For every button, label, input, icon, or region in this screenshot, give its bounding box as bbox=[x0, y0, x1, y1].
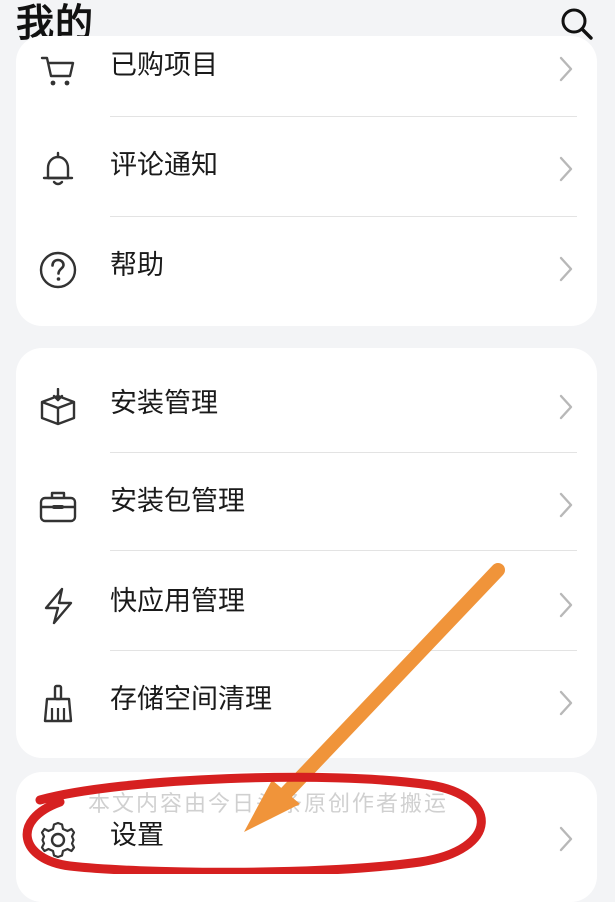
menu-item-comment-notifications[interactable]: 评论通知 bbox=[16, 120, 597, 216]
chevron-right-icon bbox=[559, 690, 573, 716]
help-icon bbox=[39, 251, 77, 289]
divider bbox=[110, 216, 577, 217]
menu-card-general: 已购项目 评论通知 帮助 bbox=[16, 36, 597, 326]
menu-card-settings: 设置 bbox=[16, 772, 597, 902]
menu-item-label: 评论通知 bbox=[110, 150, 218, 181]
broom-icon bbox=[43, 684, 73, 723]
gear-icon bbox=[40, 821, 76, 859]
menu-item-label: 已购项目 bbox=[110, 50, 218, 81]
menu-item-label: 帮助 bbox=[110, 250, 164, 281]
menu-item-label: 存储空间清理 bbox=[110, 684, 272, 715]
menu-item-label: 快应用管理 bbox=[110, 586, 245, 617]
menu-item-install-management[interactable]: 安装管理 bbox=[16, 358, 597, 454]
briefcase-icon bbox=[39, 491, 77, 523]
menu-item-storage-cleanup[interactable]: 存储空间清理 bbox=[16, 654, 597, 750]
menu-card-app-management: 安装管理 安装包管理 快应用管理 存储空间清理 bbox=[16, 348, 597, 758]
divider bbox=[110, 452, 577, 453]
menu-item-help[interactable]: 帮助 bbox=[16, 220, 597, 316]
menu-item-quick-app-management[interactable]: 快应用管理 bbox=[16, 556, 597, 652]
bell-icon bbox=[42, 151, 74, 186]
menu-item-label: 安装管理 bbox=[110, 388, 218, 419]
menu-item-purchased[interactable]: 已购项目 bbox=[16, 36, 597, 116]
package-box-icon bbox=[40, 388, 76, 426]
menu-item-package-management[interactable]: 安装包管理 bbox=[16, 456, 597, 552]
chevron-right-icon bbox=[559, 592, 573, 618]
chevron-right-icon bbox=[559, 826, 573, 852]
chevron-right-icon bbox=[559, 492, 573, 518]
chevron-right-icon bbox=[559, 56, 573, 82]
divider bbox=[110, 650, 577, 651]
divider bbox=[110, 550, 577, 551]
chevron-right-icon bbox=[559, 256, 573, 282]
lightning-icon bbox=[44, 587, 73, 625]
menu-item-label: 设置 bbox=[110, 820, 164, 851]
cart-icon bbox=[40, 56, 75, 86]
divider bbox=[110, 116, 577, 117]
menu-item-settings[interactable]: 设置 bbox=[16, 790, 597, 886]
chevron-right-icon bbox=[559, 394, 573, 420]
chevron-right-icon bbox=[559, 156, 573, 182]
menu-item-label: 安装包管理 bbox=[110, 486, 245, 517]
